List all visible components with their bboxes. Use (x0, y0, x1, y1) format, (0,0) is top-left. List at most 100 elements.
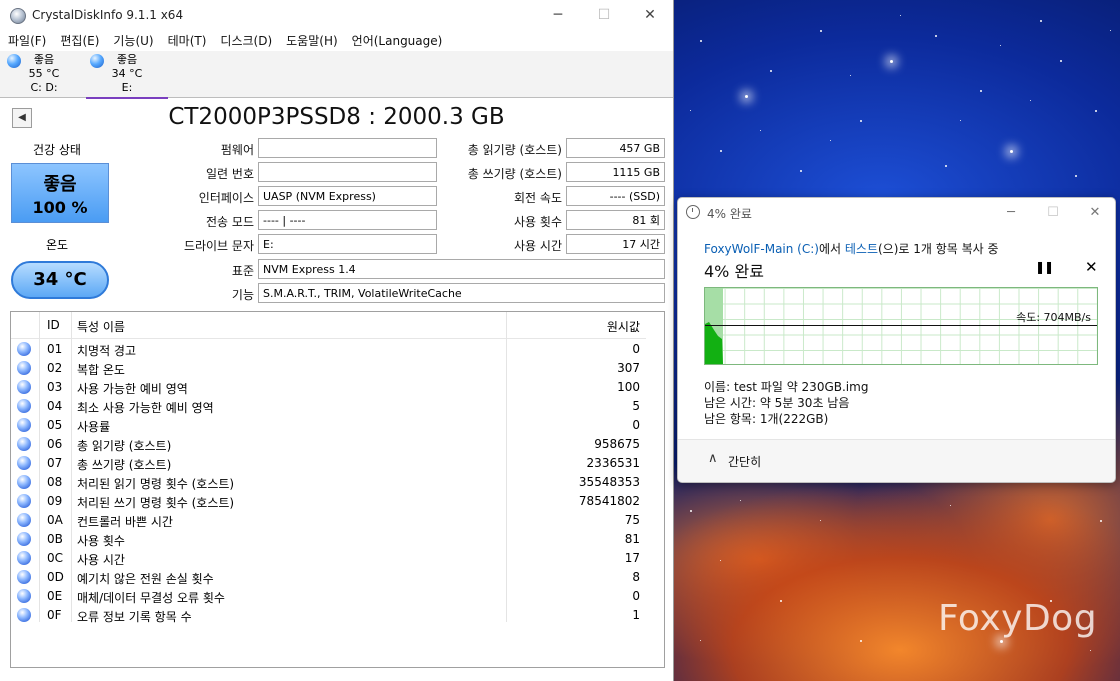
wallpaper-star (780, 600, 782, 602)
wallpaper-star (860, 640, 862, 642)
wallpaper-star (745, 95, 748, 98)
attribute-id: 01 (47, 342, 63, 356)
wallpaper-star (700, 640, 701, 641)
menu-file[interactable]: 파일(F) (8, 31, 46, 51)
menu-function[interactable]: 기능(U) (113, 31, 153, 51)
destination-link[interactable]: 테스트 (845, 242, 878, 256)
wallpaper-star (860, 120, 862, 122)
standard-field: NVM Express 1.4 (258, 259, 665, 279)
wallpaper-star (960, 120, 961, 121)
table-row[interactable]: 0D 예기치 않은 전원 손실 횟수 8 (11, 568, 646, 587)
crystaldiskinfo-window: CrystalDiskInfo 9.1.1 x64 ─ ☐ ✕ 파일(F) 편집… (0, 0, 674, 681)
attribute-raw-value: 0 (632, 342, 640, 356)
attribute-id: 0A (47, 513, 63, 527)
table-row[interactable]: 0A 컨트롤러 바쁜 시간 75 (11, 511, 646, 530)
wallpaper-star (890, 60, 893, 63)
table-row[interactable]: 02 복합 온도 307 (11, 359, 646, 378)
table-row[interactable]: 08 처리된 읽기 명령 횟수 (호스트) 35548353 (11, 473, 646, 492)
table-row[interactable]: 0B 사용 횟수 81 (11, 530, 646, 549)
status-orb-icon (17, 475, 31, 489)
drive-letter-label: 드라이브 문자 (183, 239, 254, 253)
host-reads-label: 총 읽기량 (호스트) (467, 143, 562, 157)
attribute-raw-value: 958675 (594, 437, 640, 451)
wallpaper-star (980, 90, 982, 92)
attribute-name: 컨트롤러 바쁜 시간 (77, 515, 173, 529)
firmware-label: 펌웨어 (220, 143, 254, 157)
attribute-id: 05 (47, 418, 63, 432)
dialog-close-button[interactable]: ✕ (1075, 200, 1115, 226)
wallpaper-star (850, 75, 851, 76)
table-row[interactable]: 04 최소 사용 가능한 예비 영역 5 (11, 397, 646, 416)
wallpaper-star (1075, 175, 1077, 177)
copy-text-from: 에서 (818, 242, 845, 256)
menu-theme[interactable]: 테마(T) (168, 31, 207, 51)
table-row[interactable]: 0C 사용 시간 17 (11, 549, 646, 568)
menu-help[interactable]: 도움말(H) (286, 31, 338, 51)
dialog-maximize-button[interactable]: ☐ (1033, 200, 1073, 226)
minimize-button[interactable]: ─ (535, 0, 581, 31)
disk-selector: 좋음 55 °C C: D: 좋음 34 °C E: (0, 51, 673, 99)
pause-button[interactable]: ❚❚ (1035, 260, 1054, 274)
header-attribute-name[interactable]: 특성 이름 (77, 318, 125, 335)
attribute-id: 03 (47, 380, 63, 394)
status-orb-icon (17, 361, 31, 375)
table-row[interactable]: 0E 매체/데이터 무결성 오류 횟수 0 (11, 587, 646, 606)
status-orb-icon (17, 532, 31, 546)
attribute-raw-value: 78541802 (578, 494, 640, 508)
status-orb-icon (17, 380, 31, 394)
attribute-id: 0B (47, 532, 63, 546)
speed-value: 속도: 704MB/s (1016, 311, 1091, 324)
wallpaper-star (1010, 150, 1013, 153)
dialog-minimize-button[interactable]: ─ (991, 200, 1031, 226)
transfer-mode-field: ---- | ---- (258, 210, 437, 230)
status-orb-icon (17, 437, 31, 451)
attribute-name: 처리된 쓰기 명령 횟수 (호스트) (77, 496, 235, 510)
wallpaper-star (900, 15, 901, 16)
firmware-field (258, 138, 437, 158)
cancel-button[interactable]: ✕ (1085, 258, 1098, 276)
wallpaper-star (1090, 650, 1091, 651)
status-orb-icon (17, 608, 31, 622)
status-orb-icon (17, 589, 31, 603)
attribute-raw-value: 100 (617, 380, 640, 394)
menu-language[interactable]: 언어(Language) (352, 31, 443, 51)
health-status-indicator[interactable]: 좋음 100 % (11, 163, 109, 223)
wallpaper-star (690, 110, 691, 111)
table-row[interactable]: 03 사용 가능한 예비 영역 100 (11, 378, 646, 397)
menu-disk[interactable]: 디스크(D) (220, 31, 272, 51)
standard-label: 표준 (231, 264, 254, 278)
table-row[interactable]: 07 총 쓰기량 (호스트) 2336531 (11, 454, 646, 473)
attribute-id: 02 (47, 361, 63, 375)
attribute-name: 총 읽기량 (호스트) (77, 439, 172, 453)
table-row[interactable]: 06 총 읽기량 (호스트) 958675 (11, 435, 646, 454)
attribute-id: 0F (47, 608, 62, 622)
clock-icon (686, 205, 700, 219)
table-row[interactable]: 01 치명적 경고 0 (11, 340, 646, 359)
titlebar: CrystalDiskInfo 9.1.1 x64 ─ ☐ ✕ (0, 0, 673, 31)
temperature-value[interactable]: 34 °C (11, 261, 109, 299)
table-row[interactable]: 09 처리된 쓰기 명령 횟수 (호스트) 78541802 (11, 492, 646, 511)
attribute-raw-value: 1 (632, 608, 640, 622)
status-orb-icon (7, 54, 21, 68)
time-remaining-line: 남은 시간: 약 5분 30초 남음 (704, 396, 850, 410)
menu-edit[interactable]: 편집(E) (60, 31, 99, 51)
wallpaper-star (830, 140, 831, 141)
disk-tab-e[interactable]: 좋음 34 °C E: (86, 51, 168, 99)
table-row[interactable]: 0F 오류 정보 기록 항목 수 1 (11, 606, 646, 625)
health-status-label: 건강 상태 (33, 143, 81, 157)
items-remaining-line: 남은 항목: 1개(222GB) (704, 412, 829, 426)
disk-tab-c[interactable]: 좋음 55 °C C: D: (3, 51, 85, 97)
smart-attributes-table[interactable]: ID 특성 이름 원시값 01 치명적 경고 0 02 복합 온도 307 03 사용 가능한… (10, 311, 665, 668)
attribute-id: 0D (47, 570, 64, 584)
table-row[interactable]: 05 사용률 0 (11, 416, 646, 435)
close-button[interactable]: ✕ (627, 0, 673, 31)
maximize-button[interactable]: ☐ (581, 0, 627, 31)
header-id[interactable]: ID (47, 318, 60, 332)
attribute-id: 0E (47, 589, 63, 603)
header-raw-value[interactable]: 원시값 (607, 318, 640, 335)
attribute-name: 처리된 읽기 명령 횟수 (호스트) (77, 477, 235, 491)
attribute-name: 오류 정보 기록 항목 수 (77, 610, 192, 624)
source-link[interactable]: FoxyWolF-Main (C:) (704, 242, 819, 256)
fewer-details-button[interactable]: ∧ 간단히 (678, 439, 1115, 482)
wallpaper-star (950, 505, 951, 506)
